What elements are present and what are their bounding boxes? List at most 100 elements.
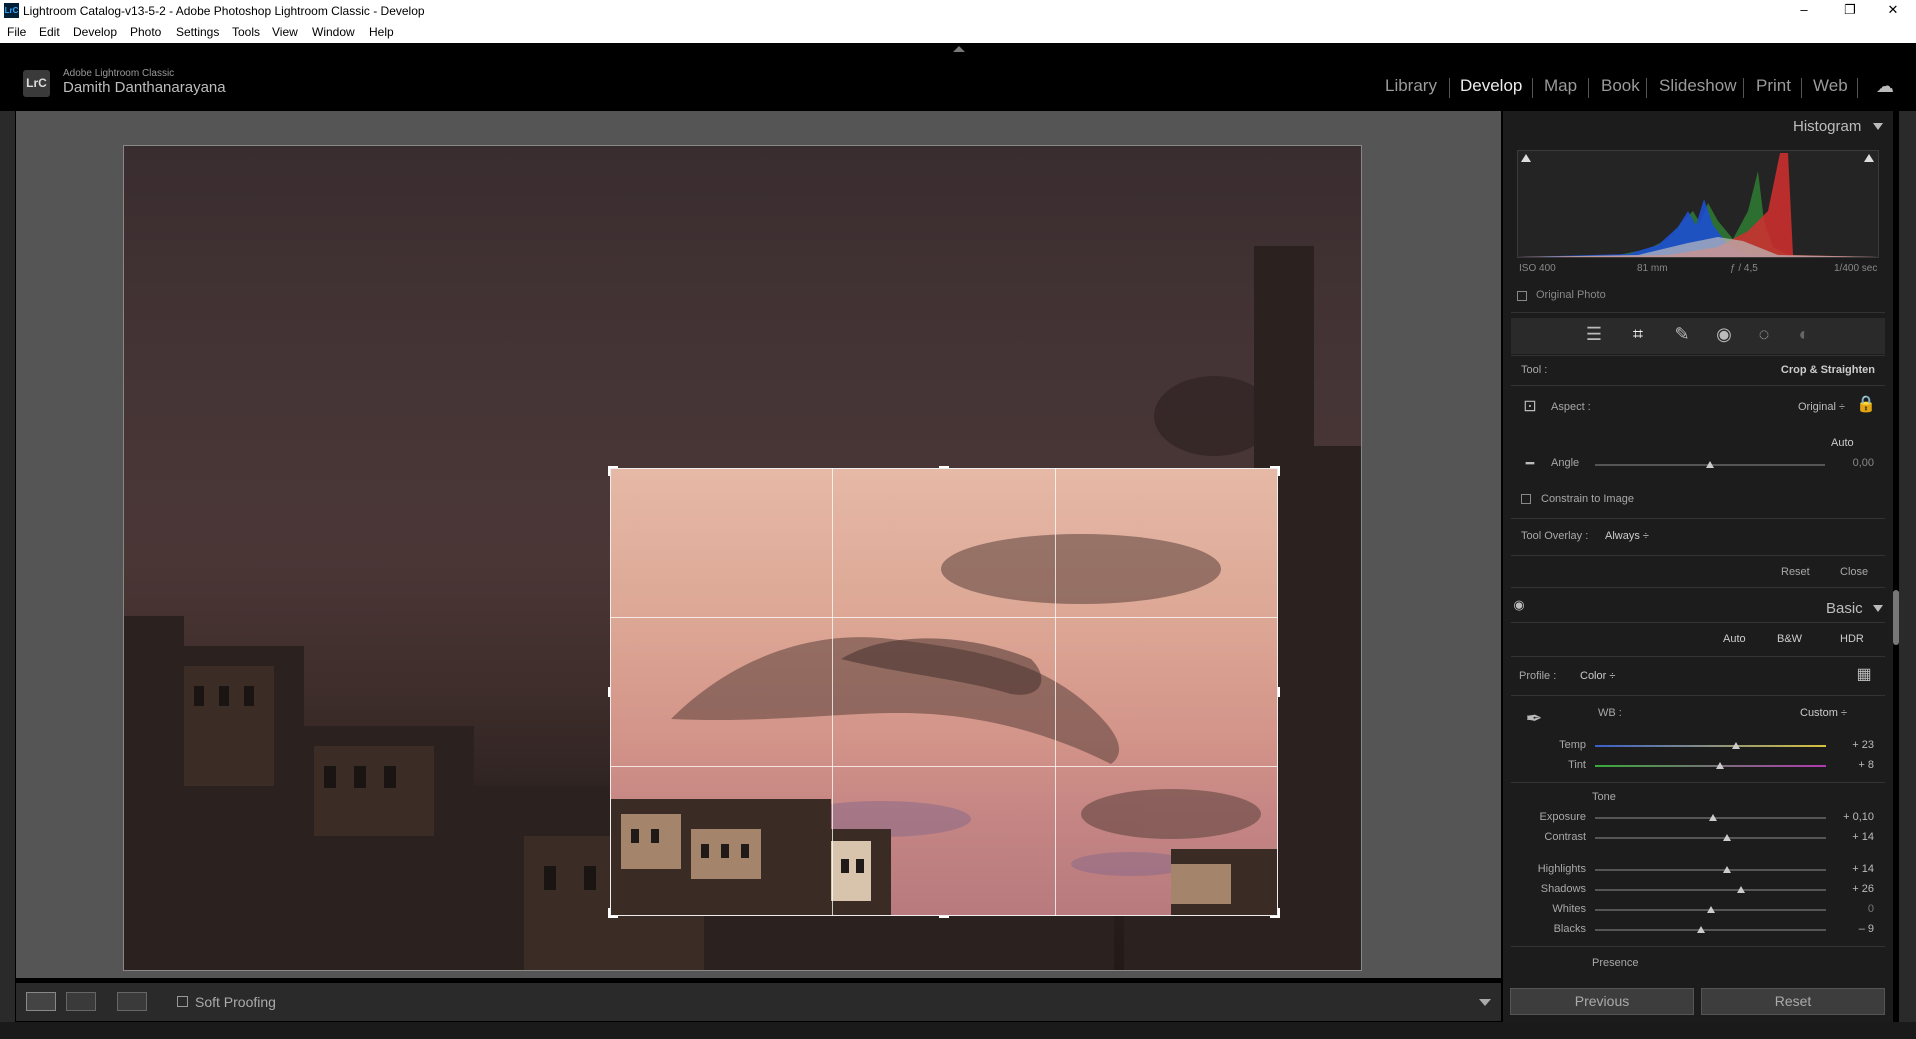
minimize-button[interactable]: – (1781, 0, 1827, 22)
lens-blur-icon[interactable]: ◐ (1792, 324, 1816, 345)
healing-tool-icon[interactable]: ✎ (1670, 324, 1694, 345)
module-print[interactable]: Print (1756, 76, 1791, 96)
aspect-dropdown[interactable]: Original ÷ (1775, 401, 1845, 413)
temp-value[interactable]: + 23 (1834, 739, 1874, 751)
basic-collapse-icon[interactable] (1873, 605, 1883, 612)
contrast-value[interactable]: + 14 (1834, 831, 1874, 843)
crop-reset-button[interactable]: Reset (1781, 566, 1810, 578)
module-web[interactable]: Web (1813, 76, 1848, 96)
temp-slider-track[interactable] (1595, 745, 1826, 747)
filmstrip-collapsed-band[interactable] (0, 1022, 1916, 1039)
panel-visibility-eye-icon[interactable]: ◉ (1507, 597, 1531, 613)
tint-slider-knob[interactable] (1715, 762, 1724, 769)
blacks-slider-track[interactable] (1595, 929, 1826, 931)
crop-handle-top-right[interactable] (1278, 466, 1280, 476)
module-slideshow[interactable]: Slideshow (1659, 76, 1737, 96)
menu-tools[interactable]: Tools (232, 25, 260, 39)
histogram-title[interactable]: Histogram (1793, 118, 1861, 135)
collapse-top-panel-icon[interactable] (953, 46, 965, 52)
histogram-graph[interactable] (1517, 150, 1879, 258)
highlights-slider-knob[interactable] (1722, 866, 1731, 873)
crop-handle-right[interactable] (1278, 687, 1280, 697)
contrast-slider-track[interactable] (1595, 837, 1826, 839)
crop-handle-top-left[interactable] (608, 466, 610, 476)
blacks-value[interactable]: – 9 (1834, 923, 1874, 935)
module-map[interactable]: Map (1544, 76, 1577, 96)
highlights-slider-track[interactable] (1595, 869, 1826, 871)
menu-photo[interactable]: Photo (130, 25, 161, 39)
menu-view[interactable]: View (272, 25, 298, 39)
wb-eyedropper-icon[interactable]: ✒ (1522, 706, 1546, 731)
tint-value[interactable]: + 8 (1834, 759, 1874, 771)
shadows-value[interactable]: + 26 (1834, 883, 1874, 895)
tint-slider-track[interactable] (1595, 765, 1826, 767)
angle-value[interactable]: 0,00 (1834, 457, 1874, 469)
cloud-sync-icon[interactable]: ☁ (1876, 76, 1894, 97)
exposure-slider-knob[interactable] (1708, 814, 1717, 821)
photo-canvas[interactable] (123, 145, 1362, 971)
red-eye-icon[interactable]: ◉ (1712, 324, 1736, 345)
wb-dropdown[interactable]: Custom ÷ (1775, 707, 1847, 719)
basic-panel-title[interactable]: Basic (1826, 600, 1863, 617)
profile-dropdown[interactable]: Color ÷ (1580, 670, 1615, 682)
reset-button[interactable]: Reset (1701, 988, 1885, 1015)
blacks-slider-knob[interactable] (1697, 926, 1706, 933)
left-panel-collapsed[interactable] (0, 111, 15, 1022)
crop-tool-icon[interactable]: ⌗ (1626, 324, 1650, 345)
panel-divider (1511, 622, 1885, 623)
crop-handle-bottom-left[interactable] (608, 908, 610, 918)
constrain-to-image-checkbox[interactable] (1521, 494, 1531, 504)
right-edge-strip[interactable] (1899, 111, 1916, 1022)
edit-sliders-icon[interactable]: ☰ (1582, 324, 1606, 345)
aspect-lock-icon[interactable]: 🔒 (1854, 394, 1878, 414)
module-book[interactable]: Book (1601, 76, 1640, 96)
module-develop[interactable]: Develop (1460, 76, 1522, 96)
original-photo-checkbox[interactable] (1517, 291, 1527, 301)
crop-handle-left[interactable] (608, 687, 610, 697)
temp-slider-knob[interactable] (1731, 742, 1740, 749)
soft-proofing-checkbox[interactable] (177, 996, 188, 1007)
highlights-value[interactable]: + 14 (1834, 863, 1874, 875)
maximize-button[interactable]: ❐ (1827, 0, 1873, 22)
yy-compare-icon[interactable] (117, 992, 147, 1011)
histogram-collapse-icon[interactable] (1873, 123, 1883, 130)
menu-help[interactable]: Help (369, 25, 394, 39)
menu-window[interactable]: Window (312, 25, 355, 39)
basic-auto-button[interactable]: Auto (1723, 633, 1746, 645)
hdr-button[interactable]: HDR (1840, 633, 1864, 645)
angle-slider-knob[interactable] (1706, 461, 1714, 468)
menu-file[interactable]: File (7, 25, 26, 39)
module-library[interactable]: Library (1385, 76, 1437, 96)
loupe-view-icon[interactable] (26, 992, 56, 1011)
highlights-label: Highlights (1537, 863, 1586, 875)
crop-handle-bottom[interactable] (939, 916, 949, 918)
crop-handle-top[interactable] (939, 466, 949, 468)
close-window-button[interactable]: ✕ (1870, 0, 1916, 22)
tool-overlay-dropdown[interactable]: Always ÷ (1605, 530, 1649, 542)
menu-settings[interactable]: Settings (176, 25, 219, 39)
panel-divider (1511, 518, 1885, 519)
shadows-slider-track[interactable] (1595, 889, 1826, 891)
right-panel-scrollbar[interactable] (1893, 590, 1899, 645)
exposure-value[interactable]: + 0,10 (1834, 811, 1874, 823)
crop-frame-tool-icon[interactable]: ⊡ (1518, 396, 1542, 416)
before-after-icon[interactable] (66, 992, 96, 1011)
shadow-clipping-icon[interactable] (1521, 154, 1531, 162)
crop-handle-bottom-right[interactable] (1278, 908, 1280, 918)
crop-close-button[interactable]: Close (1840, 566, 1868, 578)
menu-edit[interactable]: Edit (39, 25, 60, 39)
previous-button[interactable]: Previous (1510, 988, 1694, 1015)
crop-overlay[interactable] (610, 468, 1278, 916)
contrast-slider-knob[interactable] (1722, 834, 1731, 841)
shadows-slider-knob[interactable] (1736, 886, 1745, 893)
whites-value[interactable]: 0 (1834, 903, 1874, 915)
straighten-tool-icon[interactable]: ━ (1518, 455, 1542, 472)
highlight-clipping-icon[interactable] (1864, 154, 1874, 162)
angle-auto-button[interactable]: Auto (1831, 437, 1854, 449)
masking-icon[interactable]: ◌ (1752, 324, 1776, 345)
menu-develop[interactable]: Develop (73, 25, 117, 39)
bw-button[interactable]: B&W (1777, 633, 1802, 645)
profile-browser-grid-icon[interactable]: ▦ (1852, 664, 1876, 684)
toolbar-menu-chevron-icon[interactable] (1479, 999, 1491, 1006)
whites-slider-knob[interactable] (1706, 906, 1715, 913)
